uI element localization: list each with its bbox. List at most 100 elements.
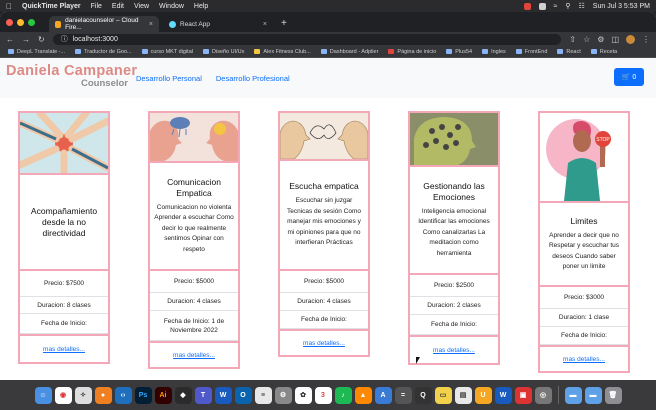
bookmark-item[interactable]: Ingles xyxy=(482,49,506,55)
details-link[interactable]: mas detalles... xyxy=(433,347,475,354)
ubersicht-icon[interactable]: U xyxy=(474,386,492,404)
control-center-icon[interactable]: ☷ xyxy=(579,2,585,10)
search-icon[interactable]: ⚲ xyxy=(565,2,570,10)
firefox-icon[interactable]: ● xyxy=(94,386,112,404)
bookmark-item[interactable]: React xyxy=(557,48,581,55)
app-store-icon[interactable]: A xyxy=(374,386,392,404)
vlc-icon[interactable]: ▲ xyxy=(354,386,372,404)
minimize-window-button[interactable] xyxy=(17,18,24,26)
bookmark-item[interactable]: Plus54 xyxy=(446,49,472,55)
browser-toolbar: ← → ↻ ⓘ localhost:3000 ⇧ ☆ ⚙ ◫ ⋮ xyxy=(0,32,656,46)
extensions-icon[interactable]: ⚙ xyxy=(597,35,604,44)
bookmarks-bar: DeepL Translate -... Traductor de Goo...… xyxy=(0,46,656,58)
calculator-icon[interactable]: = xyxy=(394,386,412,404)
menu-window[interactable]: Window xyxy=(159,3,184,10)
apple-icon[interactable]:  xyxy=(6,2,12,11)
details-link[interactable]: mas detalles... xyxy=(563,356,605,363)
bookmark-item[interactable]: Página de inicio xyxy=(388,49,436,55)
card-description: Aprender a decir que no Respetar y escuc… xyxy=(548,231,620,271)
stickies-icon[interactable]: ▭ xyxy=(434,386,452,404)
chrome-icon[interactable]: ◉ xyxy=(54,386,72,404)
pdf-icon[interactable]: ▣ xyxy=(514,386,532,404)
quicktime-icon[interactable]: Q xyxy=(414,386,432,404)
outlook-icon[interactable]: O xyxy=(234,386,252,404)
bookmark-item[interactable]: Alex Fitness Club... xyxy=(254,49,311,55)
kebab-menu-icon[interactable]: ⋮ xyxy=(642,35,650,44)
folder-icon xyxy=(590,49,597,54)
courses-grid: Acompañamiento desde la no directividad … xyxy=(0,98,656,380)
menubar-app-name[interactable]: QuickTime Player xyxy=(22,3,81,10)
brand-tagline: Counselor xyxy=(81,78,128,89)
bookmark-item[interactable]: Traductor de Goo... xyxy=(75,49,132,55)
teams-icon[interactable]: T xyxy=(194,386,212,404)
nav-desarrollo-profesional[interactable]: Desarrollo Profesional xyxy=(216,74,290,83)
new-tab-button[interactable]: + xyxy=(277,16,291,32)
photos-icon[interactable]: ✿ xyxy=(294,386,312,404)
details-link[interactable]: mas detalles... xyxy=(173,352,215,359)
details-link[interactable]: mas detalles... xyxy=(43,346,85,353)
sidebar-icon[interactable]: ◫ xyxy=(611,35,619,44)
bookmark-item[interactable]: Diseño UI/Ux xyxy=(203,49,244,55)
spotify-icon[interactable]: ♪ xyxy=(334,386,352,404)
nav-desarrollo-personal[interactable]: Desarrollo Personal xyxy=(136,74,202,83)
menu-help[interactable]: Help xyxy=(194,3,208,10)
bookmark-item[interactable]: DeepL Translate -... xyxy=(8,49,65,55)
wifi-icon[interactable]: ≈ xyxy=(554,3,558,10)
tab-strip: danielacounselor – Cloud Fire... × React… xyxy=(0,12,656,32)
menubar-clock[interactable]: Sun Jul 3 5:53 PM xyxy=(593,3,650,10)
address-bar[interactable]: ⓘ localhost:3000 xyxy=(52,33,562,45)
bookmark-label: React xyxy=(566,48,581,55)
close-tab-icon[interactable]: × xyxy=(263,21,267,28)
card-start-date: Fecha de Inicio: xyxy=(20,314,108,334)
word-icon[interactable]: W xyxy=(214,386,232,404)
notes-icon[interactable]: ≡ xyxy=(254,386,272,404)
menu-file[interactable]: File xyxy=(91,3,102,10)
site-logo[interactable]: Daniela Campaner Counselor xyxy=(6,62,137,94)
illustrator-icon[interactable]: Ai xyxy=(154,386,172,404)
status-icon[interactable] xyxy=(538,2,546,10)
menu-edit[interactable]: Edit xyxy=(112,3,124,10)
reload-icon[interactable]: ↻ xyxy=(38,35,45,44)
documents-folder-icon[interactable]: ▬ xyxy=(584,386,602,404)
vscode-icon[interactable]: ‹› xyxy=(114,386,132,404)
system-preferences-icon[interactable]: ⚙ xyxy=(274,386,292,404)
screen-recorder-icon[interactable]: ◎ xyxy=(534,386,552,404)
cart-button[interactable]: 🛒 0 xyxy=(614,68,644,86)
details-link[interactable]: mas detalles... xyxy=(303,340,345,347)
calendar-icon[interactable]: 3 xyxy=(314,386,332,404)
macos-menubar:  QuickTime Player File Edit View Window… xyxy=(0,0,656,12)
forward-icon[interactable]: → xyxy=(22,35,30,44)
bookmark-item[interactable]: curso MKT digital xyxy=(141,49,193,55)
card-footer: mas detalles... xyxy=(540,345,628,371)
star-icon[interactable]: ☆ xyxy=(583,35,590,44)
back-icon[interactable]: ← xyxy=(6,35,14,44)
course-card: Comunicacion Empatica Comunicacion no vi… xyxy=(148,111,240,369)
word-doc-icon[interactable]: W xyxy=(494,386,512,404)
bookmark-item[interactable]: Dashboard - Adplier xyxy=(320,49,378,55)
tab-title: danielacounselor – Cloud Fire... xyxy=(65,17,139,31)
close-tab-icon[interactable]: × xyxy=(149,21,153,28)
tab-react-app[interactable]: React App × xyxy=(163,16,273,32)
trash-icon[interactable]: 🗑 xyxy=(604,386,622,404)
bookmark-item[interactable]: Receta xyxy=(590,48,618,55)
finder-icon[interactable]: ☺ xyxy=(34,386,52,404)
tab-danielacounselor[interactable]: danielacounselor – Cloud Fire... × xyxy=(49,16,159,32)
preview-icon[interactable]: ▤ xyxy=(454,386,472,404)
zoom-window-button[interactable] xyxy=(28,18,35,26)
figma-icon[interactable]: ◆ xyxy=(174,386,192,404)
close-window-button[interactable] xyxy=(6,18,13,26)
macos-dock: ☺ ◉ ✧ ● ‹› Ps Ai ◆ T W O ≡ ⚙ ✿ 3 ♪ ▲ A =… xyxy=(0,380,656,410)
menu-view[interactable]: View xyxy=(134,3,149,10)
bookmark-label: Receta xyxy=(599,48,618,55)
info-icon[interactable]: ⓘ xyxy=(61,34,68,44)
share-icon[interactable]: ⇧ xyxy=(569,35,576,44)
safari-icon[interactable]: ✧ xyxy=(74,386,92,404)
record-icon[interactable] xyxy=(523,2,531,10)
downloads-folder-icon[interactable]: ▬ xyxy=(564,386,582,404)
profile-avatar[interactable] xyxy=(626,34,635,44)
card-duration: Duracion: 2 clases xyxy=(410,297,498,315)
toolbar-actions: ⇧ ☆ ⚙ ◫ ⋮ xyxy=(569,34,650,44)
photoshop-icon[interactable]: Ps xyxy=(134,386,152,404)
card-body: Acompañamiento desde la no directividad xyxy=(20,173,108,271)
bookmark-item[interactable]: FrontEnd xyxy=(515,49,547,55)
